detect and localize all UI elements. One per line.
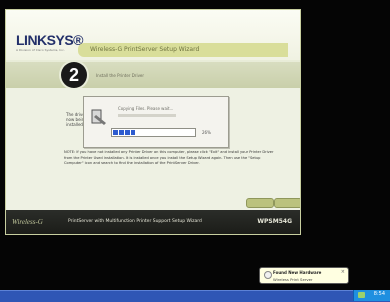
back-button[interactable] [246, 198, 274, 208]
wizard-footer: Wireless-G PrintServer with Multifunctio… [6, 210, 300, 234]
balloon-title: Found New Hardware [273, 270, 322, 275]
next-button[interactable] [274, 198, 300, 208]
close-icon[interactable]: × [341, 269, 345, 275]
footer-model: WPSM54G [257, 218, 292, 225]
system-tray: 8:54 [353, 290, 390, 301]
progress-percent: 26% [202, 130, 211, 135]
file-copy-icon [90, 107, 108, 131]
step-subtitle: Install the Printer Driver [96, 73, 145, 78]
install-note: NOTE: If you have not installed any Prin… [64, 150, 274, 165]
footer-product-text: PrintServer with Multifunction Printer S… [68, 219, 202, 224]
notification-balloon[interactable]: Found New Hardware Wireless Print Server… [259, 267, 349, 284]
dialog-path [118, 114, 176, 117]
linksys-logo: LINKSYS® [16, 32, 84, 48]
balloon-text: Wireless Print Server [273, 277, 313, 282]
dialog-text: Copying Files. Please wait... [118, 106, 174, 111]
progress-bar [111, 128, 196, 137]
step-number-badge: 2 [61, 62, 87, 88]
tray-clock: 8:54 [373, 291, 385, 297]
footer-brand: Wireless-G [12, 218, 43, 226]
info-icon [264, 271, 272, 279]
taskbar [0, 290, 390, 302]
wizard-header: LINKSYS® A Division of Cisco Systems, In… [6, 10, 300, 60]
wizard-title-bar: Wireless-G PrintServer Setup Wizard [78, 43, 288, 57]
copying-files-dialog: Copying Files. Please wait... 26% [83, 96, 229, 148]
network-icon[interactable] [358, 292, 365, 298]
step-band [6, 62, 300, 88]
logo-subtitle: A Division of Cisco Systems, Inc. [16, 48, 65, 52]
wizard-title: Wireless-G PrintServer Setup Wizard [90, 46, 200, 53]
progress-fill [113, 130, 135, 135]
